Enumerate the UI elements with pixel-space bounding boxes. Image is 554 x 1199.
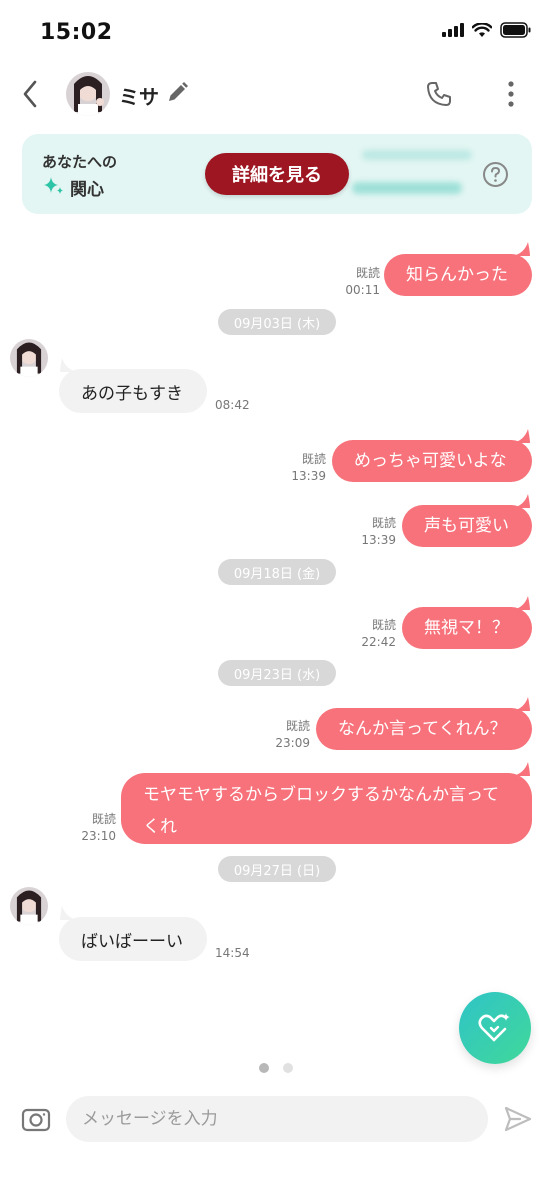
outgoing-message[interactable]: めっちゃ可愛いよな: [332, 440, 532, 482]
read-receipt: 既読: [301, 452, 326, 466]
contact-name[interactable]: ミサ: [119, 81, 159, 110]
incoming-message[interactable]: あの子もすき: [59, 369, 207, 413]
message-meta: 既読 23:09: [260, 718, 310, 752]
date-separator: 09月18日 (金): [218, 559, 336, 585]
wifi-icon: [472, 22, 492, 37]
interest-banner: あなたへの 関心 詳細を見る: [22, 134, 532, 214]
battery-icon: [500, 22, 531, 38]
outgoing-message[interactable]: 知らんかった: [384, 254, 532, 296]
chevron-left-icon: [23, 80, 37, 108]
more-vertical-icon: [508, 81, 514, 107]
message-time: 23:09: [275, 736, 310, 750]
date-separator: 09月27日 (日): [218, 856, 336, 882]
read-receipt: 既読: [91, 812, 116, 826]
message-meta: 既読 13:39: [346, 515, 396, 549]
status-bar: 15:02: [0, 0, 554, 62]
status-time: 15:02: [40, 20, 113, 45]
read-receipt: 既読: [371, 516, 396, 530]
outgoing-message[interactable]: 声も可愛い: [402, 505, 532, 547]
bubble-tail: [512, 596, 530, 610]
bubble-tail: [512, 697, 530, 711]
message-time: 14:54: [215, 946, 250, 960]
more-menu-button[interactable]: [496, 74, 526, 114]
avatar-image: [10, 339, 48, 377]
bubble-tail: [512, 429, 530, 443]
signal-icon: [442, 23, 464, 37]
message-meta: 既読 23:10: [66, 811, 116, 845]
avatar[interactable]: [66, 72, 110, 116]
avatar[interactable]: [10, 887, 48, 925]
message-time: 23:10: [81, 829, 116, 843]
date-separator: 09月23日 (水): [218, 660, 336, 686]
message-input-bar: [0, 1090, 554, 1150]
outgoing-message[interactable]: 無視マ！？: [402, 607, 532, 649]
back-button[interactable]: [12, 74, 48, 114]
bubble-tail: [512, 762, 530, 776]
interest-fab-button[interactable]: [459, 992, 531, 1064]
page-indicator: [259, 1063, 293, 1073]
incoming-message[interactable]: ばいばーーい: [59, 917, 207, 961]
camera-button[interactable]: [20, 1104, 52, 1134]
avatar[interactable]: [10, 339, 48, 377]
date-separator: 09月03日 (木): [218, 309, 336, 335]
help-button[interactable]: [482, 161, 509, 188]
message-input[interactable]: [66, 1096, 488, 1142]
message-time: 22:42: [361, 635, 396, 649]
phone-icon: [427, 82, 451, 106]
message-time: 00:11: [345, 283, 380, 297]
send-button[interactable]: [502, 1104, 534, 1134]
blurred-content-bar: [352, 182, 462, 194]
chat-header: ミサ: [0, 62, 554, 126]
page-dot[interactable]: [283, 1063, 293, 1073]
pencil-icon: [169, 82, 188, 101]
message-time: 13:39: [291, 469, 326, 483]
avatar-image: [10, 887, 48, 925]
banner-title-line1: あなたへの: [42, 153, 118, 171]
status-icons: [442, 22, 532, 38]
read-receipt: 既読: [355, 266, 380, 280]
question-circle-icon: [483, 162, 508, 187]
bubble-tail: [512, 242, 530, 256]
blurred-content: [362, 150, 472, 160]
banner-title-line2: 関心: [70, 180, 104, 200]
read-receipt: 既読: [285, 719, 310, 733]
edit-name-button[interactable]: [164, 80, 190, 106]
sparkle-icon: [44, 177, 63, 194]
message-time: 08:42: [215, 398, 250, 412]
call-button[interactable]: [420, 74, 458, 114]
message-meta: 既読 22:42: [346, 617, 396, 651]
message-time: 13:39: [361, 533, 396, 547]
heart-sparkle-icon: [478, 1013, 510, 1042]
page-dot-active[interactable]: [259, 1063, 269, 1073]
avatar-image: [66, 72, 110, 116]
message-meta: 既読 00:11: [330, 265, 380, 299]
bubble-tail: [512, 494, 530, 508]
view-details-button[interactable]: 詳細を見る: [205, 153, 349, 195]
message-meta: 既読 13:39: [276, 451, 326, 485]
camera-icon: [21, 1108, 51, 1132]
outgoing-message[interactable]: モヤモヤするからブロックするかなんか言ってくれ: [121, 773, 532, 844]
send-icon: [504, 1106, 532, 1132]
read-receipt: 既読: [371, 618, 396, 632]
outgoing-message[interactable]: なんか言ってくれん？: [316, 708, 532, 750]
